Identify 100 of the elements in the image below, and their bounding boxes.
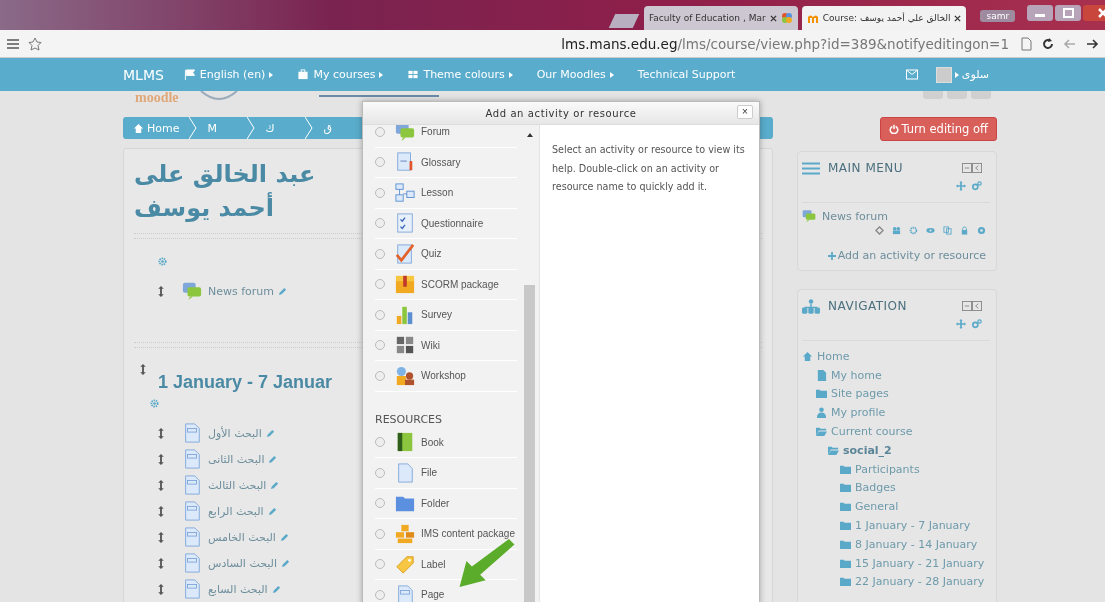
browser-tab[interactable]: Course: الخالق علي أحمد يوسف bbox=[801, 6, 967, 30]
pencil-icon[interactable] bbox=[265, 428, 275, 438]
radio-button[interactable] bbox=[375, 370, 385, 381]
move-icon[interactable] bbox=[140, 364, 146, 375]
scrollbar-thumb[interactable] bbox=[524, 285, 535, 602]
tree-item[interactable]: Current course bbox=[831, 425, 913, 439]
resource-link[interactable]: البحث الرابع bbox=[208, 504, 264, 518]
radio-button[interactable] bbox=[375, 279, 385, 290]
radio-button[interactable] bbox=[375, 437, 385, 448]
menu-link[interactable]: News forum bbox=[822, 209, 889, 223]
radio-button[interactable] bbox=[375, 157, 385, 168]
pencil-icon[interactable] bbox=[278, 286, 288, 296]
radio-button[interactable] bbox=[375, 589, 385, 600]
tree-item[interactable]: Badges bbox=[855, 481, 896, 495]
edit-gear-icon[interactable] bbox=[158, 257, 167, 266]
menu-icon[interactable] bbox=[6, 36, 20, 51]
dock-icon[interactable] bbox=[962, 301, 982, 311]
radio-button[interactable] bbox=[375, 187, 385, 198]
breadcrumb-link[interactable]: Home bbox=[133, 121, 180, 135]
tree-item[interactable]: Participants bbox=[855, 462, 920, 476]
module-option[interactable]: File bbox=[375, 458, 517, 489]
radio-button[interactable] bbox=[375, 309, 385, 320]
duplicate-icon[interactable] bbox=[943, 226, 952, 235]
resource-link[interactable]: البحث الأول bbox=[208, 426, 262, 440]
module-option[interactable]: Folder bbox=[375, 488, 517, 519]
breadcrumb-link[interactable]: ق bbox=[323, 121, 354, 135]
tree-item[interactable]: My profile bbox=[831, 406, 886, 420]
tree-item[interactable]: 22 January - 28 January bbox=[855, 575, 985, 589]
move-icon[interactable] bbox=[158, 531, 164, 543]
tree-item[interactable]: General bbox=[855, 500, 899, 514]
tree-item[interactable]: My home bbox=[831, 368, 882, 382]
radio-button[interactable] bbox=[375, 126, 385, 137]
move-icon[interactable] bbox=[158, 479, 164, 491]
header-button[interactable] bbox=[971, 91, 991, 99]
eye-icon[interactable] bbox=[926, 226, 935, 235]
nav-menu-item[interactable]: Our Moodles bbox=[536, 68, 614, 81]
resource-link[interactable]: البحث الثالث bbox=[208, 478, 267, 492]
reload-icon[interactable] bbox=[1041, 36, 1055, 51]
nav-menu-item[interactable]: Theme colours bbox=[407, 68, 513, 81]
radio-button[interactable] bbox=[375, 498, 385, 509]
resource-link[interactable]: البحث السادس bbox=[208, 556, 278, 570]
forward-icon[interactable] bbox=[1085, 36, 1099, 51]
nav-menu-item[interactable]: English (en) bbox=[183, 68, 274, 81]
close-icon[interactable] bbox=[954, 14, 962, 22]
star-icon[interactable] bbox=[28, 36, 42, 51]
back-icon[interactable] bbox=[1063, 36, 1077, 51]
browser-tab[interactable]: Faculty of Education , Mar bbox=[644, 6, 798, 30]
envelope-icon[interactable] bbox=[905, 69, 918, 80]
settings-icon[interactable] bbox=[909, 226, 918, 235]
gears-icon[interactable] bbox=[972, 181, 982, 191]
tree-item[interactable]: social_2 bbox=[843, 443, 892, 457]
breadcrumb-link[interactable]: ك bbox=[265, 121, 296, 135]
move-icon[interactable] bbox=[158, 427, 164, 439]
pencil-icon[interactable] bbox=[268, 454, 278, 464]
header-button[interactable] bbox=[947, 91, 967, 99]
pencil-icon[interactable] bbox=[267, 506, 277, 516]
tree-item[interactable]: Site pages bbox=[831, 387, 889, 401]
radio-button[interactable] bbox=[375, 467, 385, 478]
pencil-icon[interactable] bbox=[281, 558, 291, 568]
resource-link[interactable]: البحث الخامس bbox=[208, 530, 276, 544]
edit-gear-icon[interactable] bbox=[150, 399, 159, 408]
minimize-button[interactable] bbox=[1027, 5, 1054, 21]
radio-button[interactable] bbox=[375, 559, 385, 570]
module-option[interactable]: Book bbox=[375, 427, 517, 458]
tree-item[interactable]: 8 January - 14 January bbox=[855, 537, 978, 551]
module-option[interactable]: Workshop bbox=[375, 361, 517, 392]
radio-button[interactable] bbox=[375, 528, 385, 539]
scroll-up-icon[interactable] bbox=[526, 133, 533, 137]
module-option[interactable]: Questionnaire bbox=[375, 208, 517, 239]
dock-icon[interactable] bbox=[962, 163, 982, 173]
tree-item[interactable]: 15 January - 21 January bbox=[855, 556, 985, 570]
move-icon[interactable] bbox=[158, 285, 164, 297]
tree-item[interactable]: Home bbox=[817, 349, 850, 363]
move-icon[interactable] bbox=[158, 505, 164, 517]
module-option[interactable]: SCORM package bbox=[375, 269, 517, 300]
close-icon[interactable] bbox=[769, 14, 777, 22]
nav-menu-item[interactable]: My courses bbox=[297, 68, 384, 81]
pencil-icon[interactable] bbox=[279, 532, 289, 542]
pencil-icon[interactable] bbox=[270, 480, 280, 490]
radio-button[interactable] bbox=[375, 340, 385, 351]
module-option[interactable]: Quiz bbox=[375, 239, 517, 270]
move-icon[interactable] bbox=[158, 557, 164, 569]
activity-link[interactable]: News forum bbox=[208, 284, 275, 298]
restore-button[interactable] bbox=[1055, 5, 1082, 21]
module-option[interactable]: Lesson bbox=[375, 178, 517, 209]
module-option[interactable]: Survey bbox=[375, 300, 517, 331]
delete-icon[interactable] bbox=[977, 226, 986, 235]
move-icon[interactable] bbox=[158, 583, 164, 595]
site-brand[interactable]: MLMS bbox=[123, 66, 164, 83]
resource-link[interactable]: البحث الثانى bbox=[208, 452, 265, 466]
lock-icon[interactable] bbox=[960, 226, 969, 235]
move-icon[interactable] bbox=[158, 453, 164, 465]
resource-link[interactable]: البحث السابع bbox=[208, 582, 268, 596]
profile-badge[interactable]: samr bbox=[980, 10, 1016, 22]
nav-menu-item[interactable]: Technical Support bbox=[637, 68, 736, 81]
module-option[interactable]: Glossary bbox=[375, 147, 517, 178]
module-option[interactable]: Wiki bbox=[375, 330, 517, 361]
group-icon[interactable] bbox=[892, 226, 901, 235]
tree-item[interactable]: 1 January - 7 January bbox=[855, 519, 971, 533]
gears-icon[interactable] bbox=[972, 319, 982, 329]
